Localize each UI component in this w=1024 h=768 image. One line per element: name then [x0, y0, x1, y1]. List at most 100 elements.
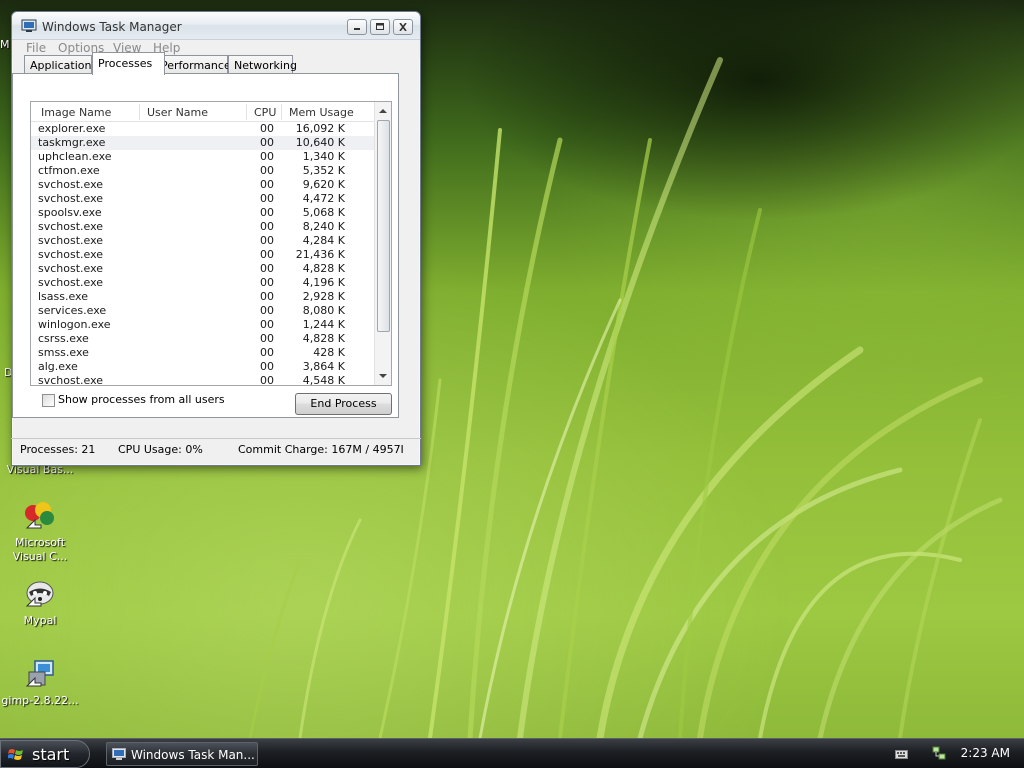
- process-list[interactable]: Image Name User Name CPU Mem Usage explo…: [30, 101, 392, 386]
- process-cpu: 00: [260, 276, 274, 289]
- process-cpu: 00: [260, 136, 274, 149]
- process-image-name: svchost.exe: [38, 192, 104, 205]
- minimize-button[interactable]: [347, 19, 367, 35]
- task-manager-icon: [21, 19, 37, 33]
- desktop-icon-mypal[interactable]: Mypal: [0, 578, 80, 628]
- process-mem-usage: 9,620 K: [302, 178, 345, 191]
- desktop-partial-label-top: M: [0, 38, 10, 51]
- process-image-name: svchost.exe: [38, 374, 104, 386]
- process-cpu: 00: [260, 234, 274, 247]
- process-mem-usage: 4,284 K: [302, 234, 345, 247]
- process-row[interactable]: alg.exe 00 3,864 K: [31, 360, 375, 374]
- process-image-name: ctfmon.exe: [38, 164, 100, 177]
- process-row[interactable]: spoolsv.exe 00 5,068 K: [31, 206, 375, 220]
- column-separator[interactable]: [139, 104, 140, 120]
- process-cpu: 00: [260, 178, 274, 191]
- windows-flag-icon: [8, 749, 23, 760]
- start-button[interactable]: start: [0, 740, 90, 768]
- process-cpu: 00: [260, 192, 274, 205]
- column-user-name[interactable]: User Name: [147, 106, 208, 119]
- process-list-scrollbar[interactable]: [374, 102, 391, 385]
- process-cpu: 00: [260, 360, 274, 373]
- process-row[interactable]: svchost.exe 00 4,472 K: [31, 192, 375, 206]
- process-row[interactable]: svchost.exe 00 4,548 K: [31, 374, 375, 386]
- process-mem-usage: 10,640 K: [295, 136, 345, 149]
- close-button[interactable]: [393, 19, 413, 35]
- process-mem-usage: 4,548 K: [302, 374, 345, 386]
- window-title: Windows Task Manager: [42, 20, 182, 34]
- process-mem-usage: 4,828 K: [302, 262, 345, 275]
- status-bar: Processes: 21 CPU Usage: 0% Commit Charg…: [11, 438, 421, 460]
- process-row[interactable]: explorer.exe 00 16,092 K: [31, 122, 375, 136]
- show-all-users-label[interactable]: Show processes from all users: [58, 393, 225, 406]
- process-row[interactable]: csrss.exe 00 4,828 K: [31, 332, 375, 346]
- visual-c-icon: [23, 500, 57, 534]
- tab-applications[interactable]: Applications: [24, 55, 97, 74]
- process-row[interactable]: svchost.exe 00 21,436 K: [31, 248, 375, 262]
- network-icon[interactable]: [932, 746, 946, 761]
- process-mem-usage: 4,196 K: [302, 276, 345, 289]
- process-mem-usage: 1,244 K: [302, 318, 345, 331]
- status-commit-charge: Commit Charge: 167M / 4957I: [238, 443, 404, 456]
- process-mem-usage: 16,092 K: [295, 122, 345, 135]
- process-row[interactable]: lsass.exe 00 2,928 K: [31, 290, 375, 304]
- mypal-raccoon-icon: [23, 578, 57, 612]
- column-separator[interactable]: [281, 104, 282, 120]
- process-row[interactable]: ctfmon.exe 00 5,352 K: [31, 164, 375, 178]
- process-mem-usage: 1,340 K: [302, 150, 345, 163]
- desktop-icon-label: Mypal: [23, 614, 57, 627]
- process-image-name: explorer.exe: [38, 122, 106, 135]
- process-image-name: services.exe: [38, 304, 107, 317]
- process-list-header: Image Name User Name CPU Mem Usage: [31, 102, 375, 122]
- taskbar-button-label: Windows Task Man...: [131, 748, 255, 762]
- process-image-name: uphclean.exe: [38, 150, 112, 163]
- process-row[interactable]: services.exe 00 8,080 K: [31, 304, 375, 318]
- process-image-name: svchost.exe: [38, 248, 104, 261]
- process-cpu: 00: [260, 318, 274, 331]
- process-row[interactable]: svchost.exe 00 9,620 K: [31, 178, 375, 192]
- taskbar-button-task-manager[interactable]: Windows Task Man...: [106, 742, 258, 766]
- process-row[interactable]: smss.exe 00 428 K: [31, 346, 375, 360]
- keyboard-icon[interactable]: [895, 748, 908, 759]
- column-cpu[interactable]: CPU: [254, 106, 276, 119]
- maximize-button[interactable]: [370, 19, 390, 35]
- scroll-down-arrow-icon[interactable]: [378, 371, 388, 381]
- process-image-name: svchost.exe: [38, 276, 104, 289]
- process-row[interactable]: svchost.exe 00 4,828 K: [31, 262, 375, 276]
- process-row[interactable]: svchost.exe 00 8,240 K: [31, 220, 375, 234]
- process-image-name: svchost.exe: [38, 178, 104, 191]
- process-mem-usage: 21,436 K: [295, 248, 345, 261]
- scroll-up-arrow-icon[interactable]: [378, 106, 388, 116]
- column-separator[interactable]: [246, 104, 247, 120]
- tab-processes[interactable]: Processes: [92, 52, 165, 75]
- desktop-icon-visual-c[interactable]: Microsoft Visual C...: [0, 500, 80, 564]
- process-image-name: lsass.exe: [38, 290, 88, 303]
- process-row[interactable]: svchost.exe 00 4,196 K: [31, 276, 375, 290]
- process-image-name: svchost.exe: [38, 220, 104, 233]
- process-cpu: 00: [260, 220, 274, 233]
- process-row[interactable]: taskmgr.exe 00 10,640 K: [31, 136, 375, 150]
- show-all-users-checkbox[interactable]: [42, 394, 55, 407]
- process-image-name: winlogon.exe: [38, 318, 111, 331]
- title-bar[interactable]: Windows Task Manager: [12, 12, 420, 40]
- menu-file[interactable]: File: [26, 41, 46, 55]
- end-process-button[interactable]: End Process: [295, 393, 392, 415]
- process-row[interactable]: winlogon.exe 00 1,244 K: [31, 318, 375, 332]
- tab-networking[interactable]: Networking: [228, 55, 297, 74]
- column-image-name[interactable]: Image Name: [41, 106, 111, 119]
- task-manager-icon: [112, 748, 126, 760]
- scrollbar-thumb[interactable]: [377, 120, 390, 332]
- tab-performance[interactable]: Performance: [155, 55, 231, 74]
- process-cpu: 00: [260, 290, 274, 303]
- column-mem-usage[interactable]: Mem Usage: [289, 106, 354, 119]
- process-row[interactable]: svchost.exe 00 4,284 K: [31, 234, 375, 248]
- taskbar-clock[interactable]: 2:23 AM: [961, 746, 1010, 760]
- start-label: start: [32, 745, 70, 764]
- process-mem-usage: 4,472 K: [302, 192, 345, 205]
- process-mem-usage: 5,068 K: [302, 206, 345, 219]
- process-image-name: smss.exe: [38, 346, 89, 359]
- desktop-icon-gimp[interactable]: gimp-2.8.22...: [0, 658, 80, 708]
- gimp-installer-icon: [23, 658, 57, 692]
- status-cpu-usage: CPU Usage: 0%: [118, 443, 203, 456]
- process-row[interactable]: uphclean.exe 00 1,340 K: [31, 150, 375, 164]
